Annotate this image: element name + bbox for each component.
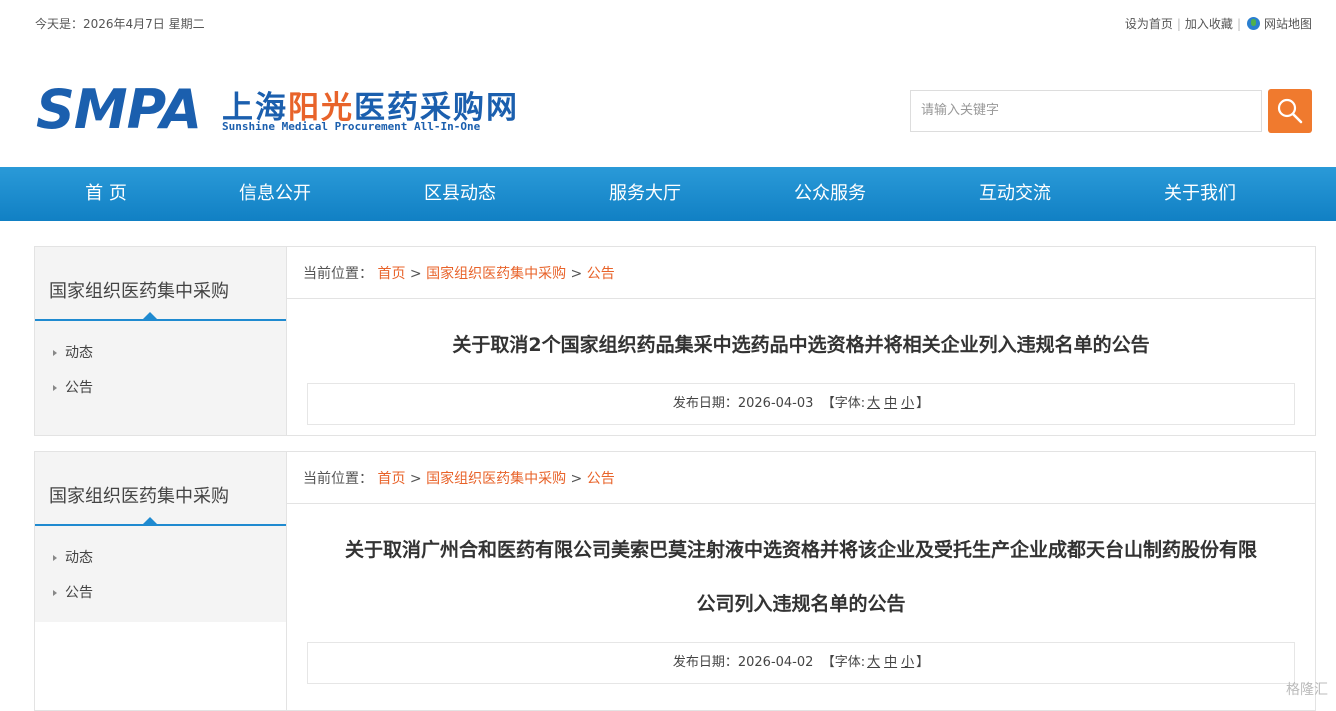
sidebar-item-announcement[interactable]: 公告: [53, 377, 93, 397]
font-size-label: 【字体:: [821, 396, 866, 411]
logo-abbr: SMPA: [36, 78, 202, 141]
breadcrumb-home-link[interactable]: 首页: [377, 471, 405, 487]
breadcrumb-category-link[interactable]: 国家组织医药集中采购: [426, 471, 566, 487]
current-date: 今天是：2026年4月7日 星期二: [35, 17, 205, 31]
font-size-large[interactable]: 大: [867, 396, 880, 411]
search-icon: [1277, 98, 1303, 124]
top-links: 设为首页 | 加入收藏 | 网站地图: [1125, 15, 1312, 32]
divider: |: [1236, 16, 1241, 31]
nav-item-district-news[interactable]: 区县动态: [390, 167, 530, 221]
sidebar-item-announcement[interactable]: 公告: [53, 582, 93, 602]
bullet-icon: [53, 350, 57, 356]
article-main: 当前位置： 首页 > 国家组织医药集中采购 > 公告 关于取消广州合和医药有限公…: [286, 452, 1315, 710]
font-size-close: 】: [916, 396, 930, 411]
set-homepage-link[interactable]: 设为首页: [1125, 15, 1173, 32]
article-title-line-2: 公司列入违规名单的公告: [696, 593, 906, 615]
divider: [287, 298, 1315, 299]
globe-icon: [1246, 17, 1260, 30]
sidebar-item-label: 公告: [65, 585, 93, 601]
sidebar-underline: [35, 517, 286, 526]
font-size-close: 】: [916, 655, 930, 670]
divider: |: [1176, 16, 1181, 31]
breadcrumb-label: 当前位置：: [303, 266, 373, 282]
breadcrumb-announcement-link[interactable]: 公告: [587, 266, 615, 282]
publish-date: 2026-04-02: [737, 655, 814, 670]
site-logo[interactable]: SMPA 上海阳光医药采购网 Sunshine Medical Procurem…: [36, 78, 596, 142]
breadcrumb-home-link[interactable]: 首页: [377, 266, 405, 282]
bullet-icon: [53, 555, 57, 561]
sidebar-item-news[interactable]: 动态: [53, 547, 93, 567]
sidebar-item-news[interactable]: 动态: [53, 342, 93, 362]
nav-item-public-service[interactable]: 公众服务: [760, 167, 900, 221]
article-title: 关于取消2个国家组织药品集采中选药品中选资格并将相关企业列入违规名单的公告: [452, 334, 1150, 356]
article-meta: 发布日期：2026-04-03 【字体: 大中小】: [307, 383, 1295, 425]
publish-label: 发布日期：: [672, 396, 738, 411]
search-button[interactable]: [1268, 89, 1312, 133]
top-bar: 今天是：2026年4月7日 星期二 设为首页 | 加入收藏 | 网站地图: [0, 0, 1336, 40]
nav-item-about-us[interactable]: 关于我们: [1130, 167, 1270, 221]
breadcrumb-label: 当前位置：: [303, 471, 373, 487]
bullet-icon: [53, 590, 57, 596]
nav-item-service-hall[interactable]: 服务大厅: [575, 167, 715, 221]
main-nav: 首 页 信息公开 区县动态 服务大厅 公众服务 互动交流 关于我们: [0, 167, 1336, 221]
article-main: 当前位置： 首页 > 国家组织医药集中采购 > 公告 关于取消2个国家组织药品集…: [286, 247, 1315, 435]
font-size-medium[interactable]: 中: [884, 396, 897, 411]
sidebar-underline: [35, 312, 286, 321]
breadcrumb: 当前位置： 首页 > 国家组织医药集中采购 > 公告: [303, 266, 615, 282]
sidebar-title: 国家组织医药集中采购: [49, 486, 229, 507]
sidebar-title: 国家组织医药集中采购: [49, 281, 229, 302]
sidebar-item-label: 动态: [65, 550, 93, 566]
article-card: 国家组织医药集中采购 动态 公告 当前位置： 首页 > 国家组织医药集中采购 >…: [34, 451, 1316, 711]
font-size-small[interactable]: 小: [901, 396, 914, 411]
search-box: [910, 90, 1262, 132]
publish-date: 2026-04-03: [737, 396, 814, 411]
bullet-icon: [53, 385, 57, 391]
publish-label: 发布日期：: [672, 655, 738, 670]
add-favorite-link[interactable]: 加入收藏: [1185, 15, 1233, 32]
watermark: 格隆汇: [1286, 682, 1328, 698]
sidebar-item-label: 动态: [65, 345, 93, 361]
font-size-small[interactable]: 小: [901, 655, 914, 670]
font-size-large[interactable]: 大: [867, 655, 880, 670]
sidebar-item-label: 公告: [65, 380, 93, 396]
article-card: 国家组织医药集中采购 动态 公告 当前位置： 首页 > 国家组织医药集中采购 >…: [34, 246, 1316, 436]
font-size-medium[interactable]: 中: [884, 655, 897, 670]
sidebar: 国家组织医药集中采购 动态 公告: [35, 247, 286, 435]
article-meta: 发布日期：2026-04-02 【字体: 大中小】: [307, 642, 1295, 684]
article-title-line-1: 关于取消广州合和医药有限公司美索巴莫注射液中选资格并将该企业及受托生产企业成都天…: [344, 539, 1257, 561]
font-size-label: 【字体:: [821, 655, 866, 670]
sidebar: 国家组织医药集中采购 动态 公告: [35, 452, 286, 622]
breadcrumb-announcement-link[interactable]: 公告: [587, 471, 615, 487]
breadcrumb-category-link[interactable]: 国家组织医药集中采购: [426, 266, 566, 282]
nav-item-info-disclosure[interactable]: 信息公开: [205, 167, 345, 221]
divider: [287, 503, 1315, 504]
nav-item-home[interactable]: 首 页: [36, 167, 176, 221]
logo-english-name: Sunshine Medical Procurement All-In-One: [222, 120, 481, 133]
breadcrumb: 当前位置： 首页 > 国家组织医药集中采购 > 公告: [303, 471, 615, 487]
sitemap-link[interactable]: 网站地图: [1264, 15, 1312, 32]
search-input[interactable]: [911, 91, 1261, 129]
nav-item-interaction[interactable]: 互动交流: [945, 167, 1085, 221]
